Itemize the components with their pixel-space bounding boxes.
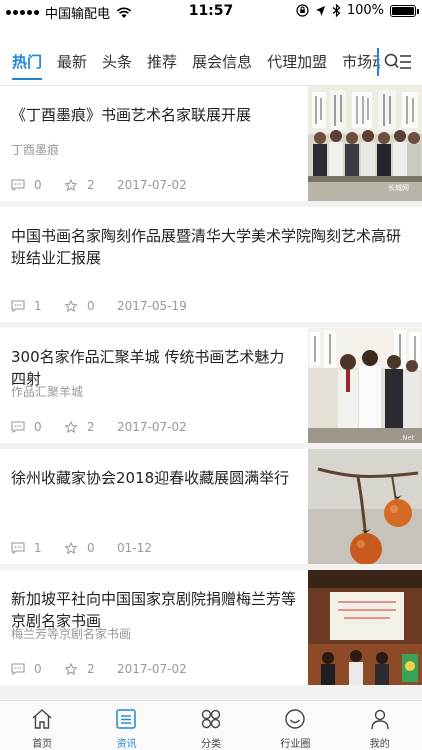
comment-count: 1 [34,541,42,555]
battery-percent: 100% [346,3,384,18]
profile-icon [370,709,389,730]
comment-count: 0 [34,420,42,434]
comment-count: 0 [34,662,42,676]
comment-count: 1 [34,299,42,313]
home-icon [32,709,52,729]
rotation-lock-icon [296,4,309,17]
favorite-count: 2 [87,662,95,676]
article-subtitle: 梅兰芳等京剧名家书画 [11,627,132,641]
thumbnail-watermark: 长城网 [388,183,409,192]
article-date: 2017-07-02 [117,178,187,192]
article-item[interactable]: 新加坡平社向中国国家京剧院捐赠梅兰芳等京剧名家书画 梅兰芳等京剧名家书画 0 2… [0,570,422,685]
star-icon [64,179,78,191]
article-date: 01-12 [117,541,152,555]
star-icon [64,300,78,312]
article-date: 2017-05-19 [117,299,187,313]
comment-icon [11,179,25,191]
article-title: 《丁酉墨痕》书画艺术名家联展开展 [11,106,252,124]
comment-icon [11,542,25,554]
article-item[interactable]: 徐州收藏家协会2018迎春收藏展圆满举行 1 0 01-12 [0,449,422,564]
article-thumbnail [308,449,422,564]
tab-latest[interactable]: 最新 [57,40,87,84]
favorite-count: 2 [87,178,95,192]
tabbar-label: 首页 [32,739,53,750]
tabbar-profile[interactable]: 我的 [338,701,422,750]
article-title: 徐州收藏家协会2018迎春收藏展圆满举行 [11,469,290,487]
tab-franchise[interactable]: 代理加盟 [267,40,327,84]
article-subtitle: 作品汇聚羊城 [11,385,84,399]
status-right: 100% [296,3,419,18]
tabbar-home[interactable]: 首页 [0,701,84,750]
category-icon [201,709,220,729]
article-thumbnail [308,570,422,685]
comment-icon [11,663,25,675]
article-meta: 1 0 01-12 [11,541,152,555]
bottom-tab-bar: 首页 资讯 分类 行业圈 我的 [0,700,422,750]
article-thumbnail: 长城网 [308,86,422,201]
circle-icon [285,709,305,729]
news-icon [116,709,137,729]
comment-icon [11,421,25,433]
article-meta: 0 2 2017-07-02 [11,420,187,434]
svg-text:.Net: .Net [400,434,415,442]
tabbar-label: 行业圈 [280,739,311,750]
article-thumbnail: .Net [308,328,422,443]
favorite-count: 0 [87,541,95,555]
article-subtitle: 丁酉墨痕 [11,143,60,157]
favorite-count: 0 [87,299,95,313]
star-icon [64,421,78,433]
tabbar-label: 我的 [369,739,390,750]
search-menu-icon[interactable] [384,52,412,72]
article-date: 2017-07-02 [117,662,187,676]
article-title: 中国书画名家陶刻作品展暨清华大学美术学院陶刻艺术高研班结业汇报展 [11,227,402,267]
tabbar-label: 分类 [200,739,221,750]
tab-row: 热门 最新 头条 推荐 展会信息 代理加盟 市场动 [12,40,380,84]
article-meta: 1 0 2017-05-19 [11,299,187,313]
location-icon [315,5,325,16]
star-icon [64,542,78,554]
favorite-count: 2 [87,420,95,434]
tab-headlines[interactable]: 头条 [102,40,132,84]
tabbar-label: 资讯 [116,739,137,750]
article-item[interactable]: 《丁酉墨痕》书画艺术名家联展开展 丁酉墨痕 0 2 2017-07-02 长城网 [0,86,422,201]
category-tabs: 热门 最新 头条 推荐 展会信息 代理加盟 市场动 [0,40,422,86]
comment-count: 0 [34,178,42,192]
tabbar-news[interactable]: 资讯 [84,701,168,750]
article-meta: 0 2 2017-07-02 [11,178,187,192]
article-date: 2017-07-02 [117,420,187,434]
tabbar-industry-circle[interactable]: 行业圈 [253,701,337,750]
status-bar: 中国输配电 11:57 100% [0,0,422,22]
comment-icon [11,300,25,312]
star-icon [64,663,78,675]
tabbar-category[interactable]: 分类 [169,701,253,750]
article-meta: 0 2 2017-07-02 [11,662,187,676]
tab-market[interactable]: 市场动 [342,40,380,84]
bluetooth-icon [332,4,341,17]
tab-exhibitions[interactable]: 展会信息 [192,40,252,84]
battery-icon [390,4,419,17]
tab-divider [377,48,379,76]
article-item[interactable]: 300名家作品汇聚羊城 传统书画艺术魅力四射 作品汇聚羊城 0 2 2017-0… [0,328,422,443]
article-item[interactable]: 中国书画名家陶刻作品展暨清华大学美术学院陶刻艺术高研班结业汇报展 1 0 201… [0,207,422,322]
tab-hot[interactable]: 热门 [12,40,43,84]
tab-recommend[interactable]: 推荐 [147,40,177,84]
article-list: 《丁酉墨痕》书画艺术名家联展开展 丁酉墨痕 0 2 2017-07-02 长城网… [0,86,422,699]
